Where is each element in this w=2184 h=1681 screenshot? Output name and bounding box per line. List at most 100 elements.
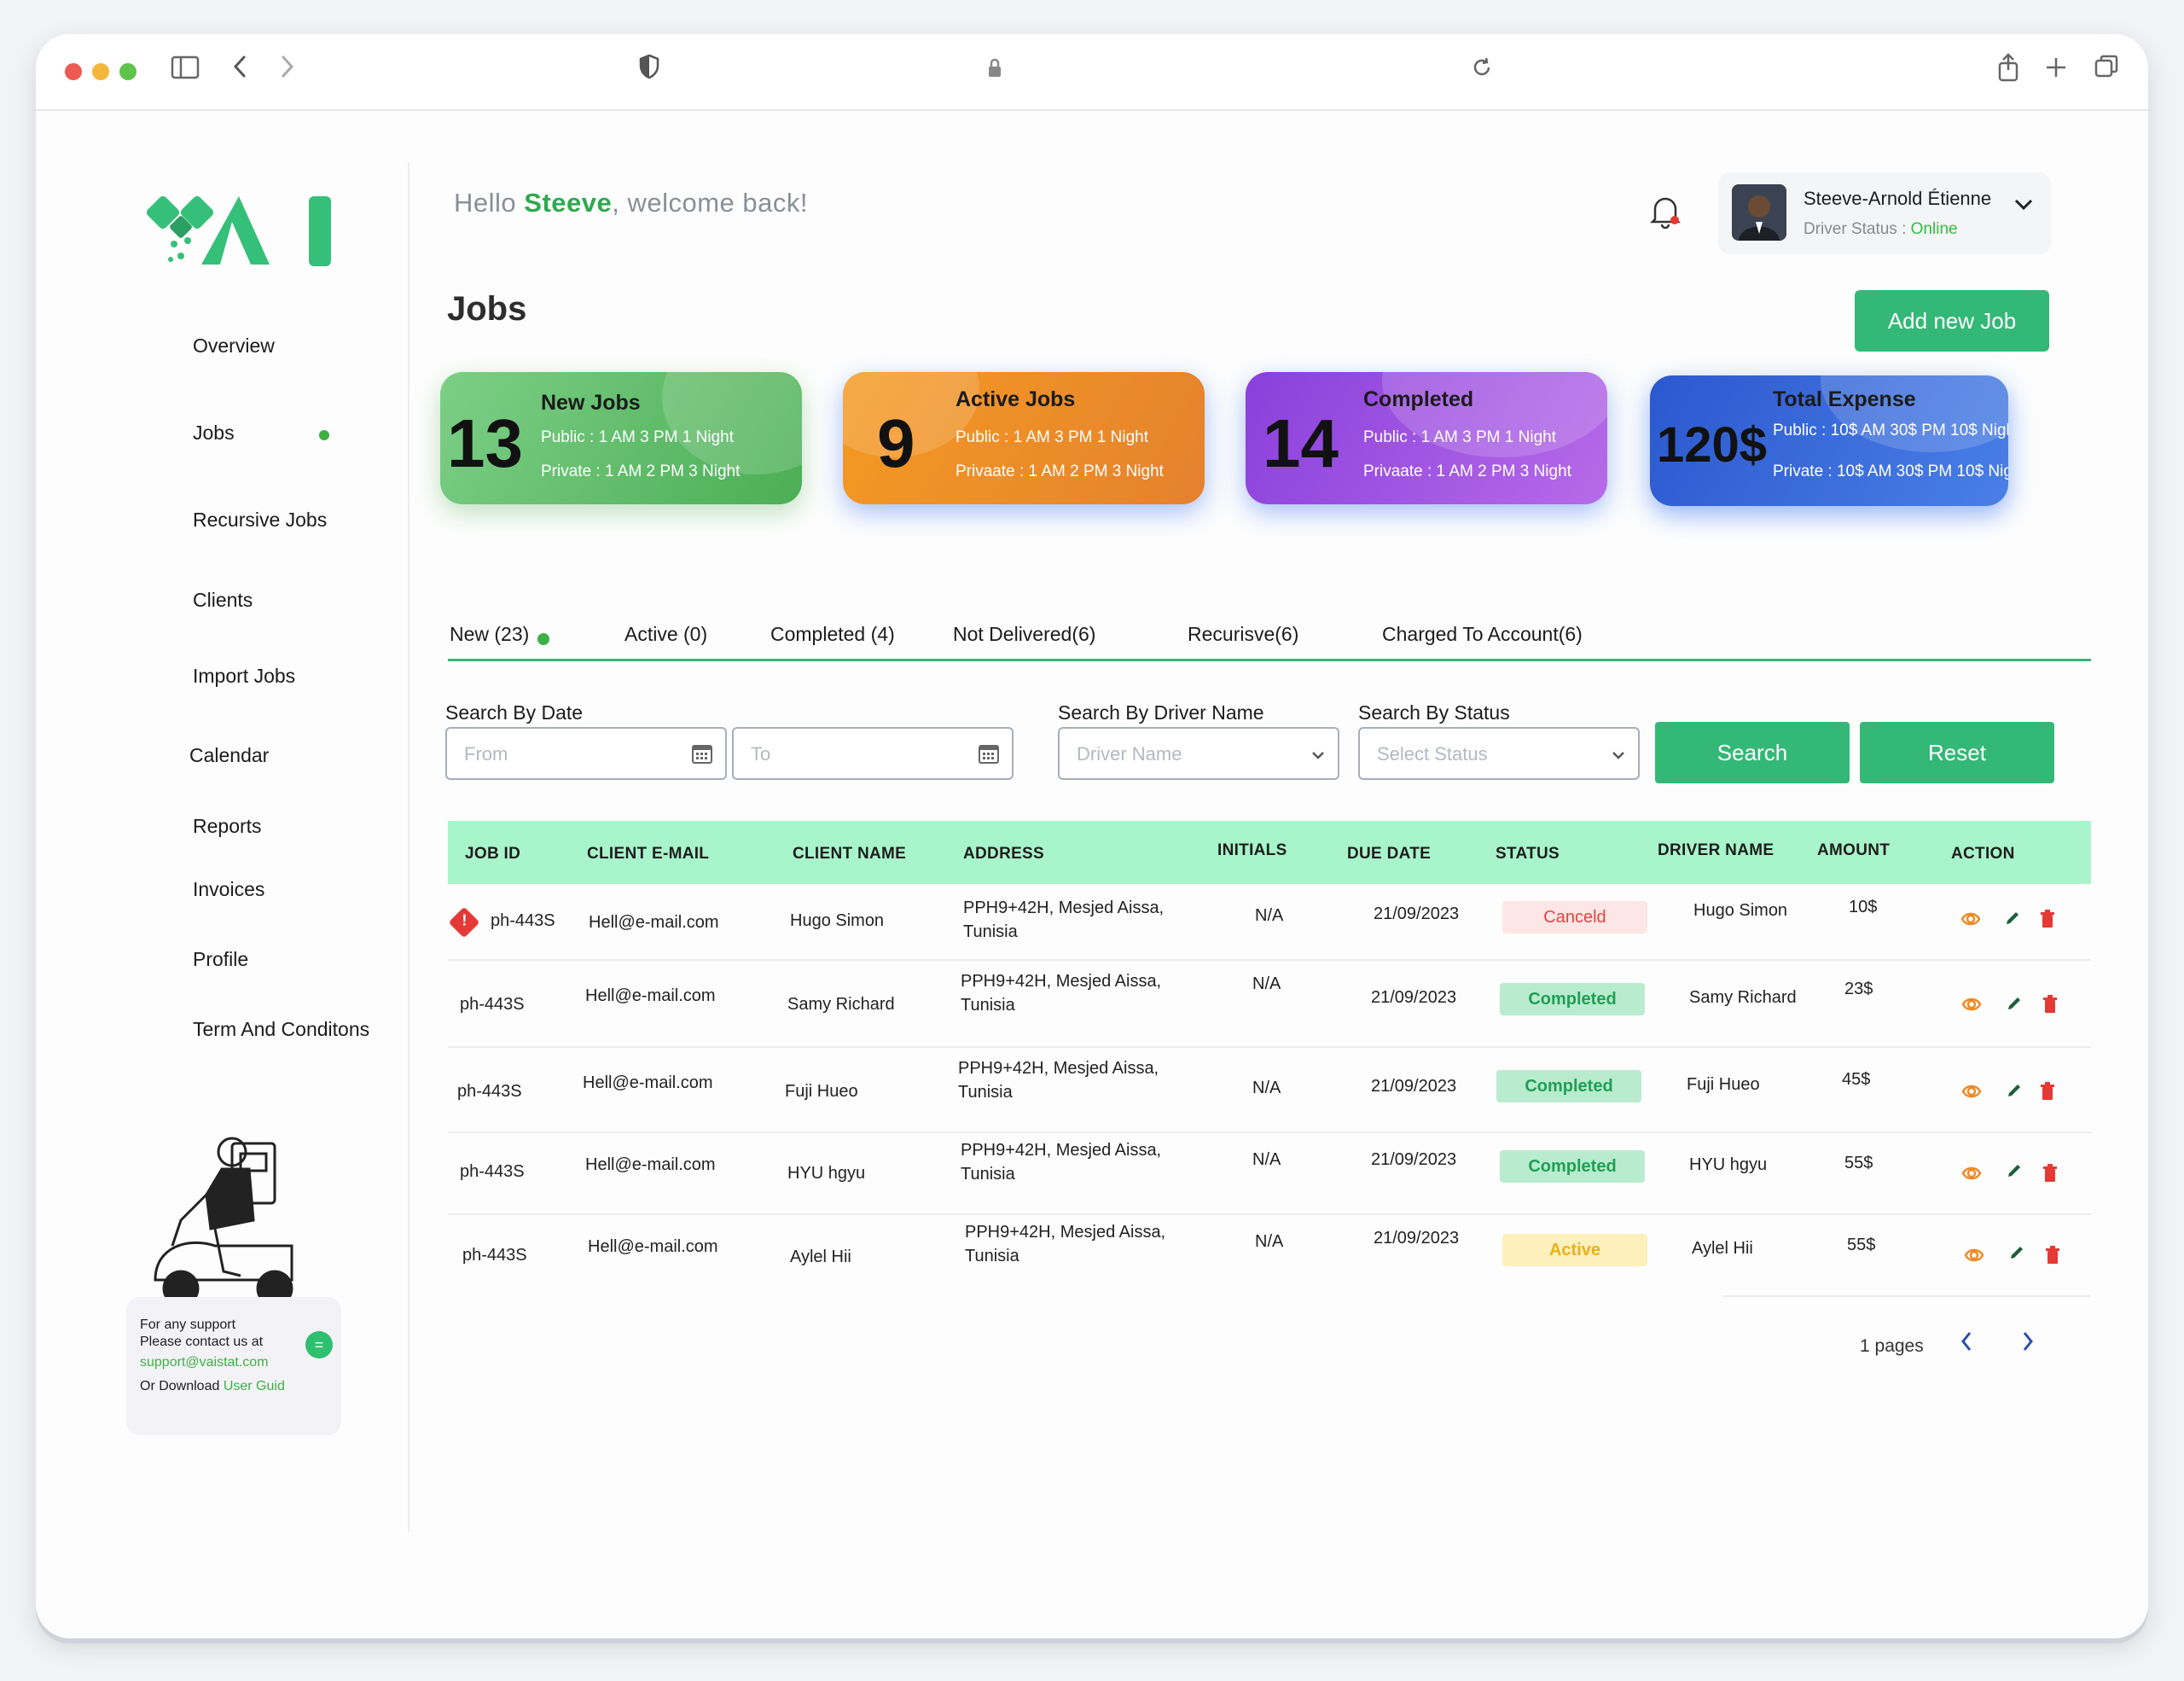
row-divider xyxy=(448,959,2091,961)
client-name: HYU hgyu xyxy=(787,1164,866,1183)
minimize-window-button[interactable] xyxy=(92,63,109,80)
sidebar-item-jobs[interactable]: Jobs xyxy=(193,422,235,445)
sidebar-item-clients[interactable]: Clients xyxy=(193,589,253,612)
tab-recursive[interactable]: Recurisve(6) xyxy=(1188,623,1298,646)
delete-icon[interactable] xyxy=(2042,1164,2058,1188)
view-icon[interactable] xyxy=(1961,995,1982,1019)
delete-icon[interactable] xyxy=(2040,1082,2055,1106)
sidebar-toggle-icon[interactable] xyxy=(171,53,200,87)
lock-icon xyxy=(986,53,1003,87)
status-badge: Completed xyxy=(1500,1150,1645,1183)
sidebar-item-overview[interactable]: Overview xyxy=(193,334,275,358)
col-address: ADDRESS xyxy=(963,845,1045,863)
add-new-job-button[interactable]: Add new Job xyxy=(1855,290,2049,352)
chevron-down-icon xyxy=(1611,741,1626,767)
user-menu[interactable]: Steeve-Arnold Étienne Driver Status : On… xyxy=(1718,172,2051,254)
reset-button[interactable]: Reset xyxy=(1860,722,2054,783)
view-icon[interactable] xyxy=(1961,1164,1982,1188)
amount: 10$ xyxy=(1849,898,1878,916)
search-button[interactable]: Search xyxy=(1655,722,1850,783)
delete-icon[interactable] xyxy=(2045,1246,2060,1270)
sidebar-item-recursive-jobs[interactable]: Recursive Jobs xyxy=(193,509,327,532)
tab-completed[interactable]: Completed (4) xyxy=(770,623,895,646)
tab-new-indicator xyxy=(537,633,549,645)
chat-icon[interactable]: = xyxy=(305,1331,333,1358)
initials: N/A xyxy=(1252,1150,1281,1169)
due-date: 21/09/2023 xyxy=(1371,1077,1457,1096)
support-email-link[interactable]: support@vaistat.com xyxy=(140,1355,269,1370)
total-expense-title: Total Expense xyxy=(1773,387,1916,411)
new-tab-icon[interactable] xyxy=(2044,53,2068,87)
stat-card-total-expense[interactable]: 120$ Total Expense Public : 10$ AM 30$ P… xyxy=(1650,375,2008,506)
delete-icon[interactable] xyxy=(2042,995,2058,1019)
chevron-down-icon[interactable] xyxy=(2013,191,2034,218)
table-row[interactable]: ph-443S Hell@e-mail.com Samy Richard PPH… xyxy=(448,963,2091,1044)
view-icon[interactable] xyxy=(1961,1082,1982,1106)
maximize-window-button[interactable] xyxy=(119,63,136,80)
calendar-icon[interactable] xyxy=(691,742,713,771)
edit-icon[interactable] xyxy=(2008,1244,2025,1266)
forward-arrow-icon[interactable] xyxy=(278,53,297,87)
edit-icon[interactable] xyxy=(2006,1162,2023,1184)
view-icon[interactable] xyxy=(1960,910,1981,934)
edit-icon[interactable] xyxy=(2006,1082,2023,1104)
driver-name: HYU hgyu xyxy=(1689,1155,1768,1174)
sidebar-item-profile[interactable]: Profile xyxy=(193,948,248,971)
address: PPH9+42H, Mesjed Aissa, Tunisia xyxy=(958,1059,1159,1102)
search-by-status-label: Search By Status xyxy=(1358,701,1510,724)
job-id: ph-443S xyxy=(460,995,525,1014)
calendar-icon[interactable] xyxy=(978,742,1000,771)
tab-not-delivered[interactable]: Not Delivered(6) xyxy=(953,623,1095,646)
new-jobs-public: Public : 1 AM 3 PM 1 Night xyxy=(541,428,734,446)
user-guide-link[interactable]: User Guid xyxy=(224,1379,285,1393)
driver-name-select[interactable]: Driver Name xyxy=(1058,727,1339,780)
tab-overview-icon[interactable] xyxy=(2094,53,2119,87)
date-from-field[interactable]: From xyxy=(445,727,727,780)
tab-active[interactable]: Active (0) xyxy=(624,623,707,646)
active-jobs-title: Active Jobs xyxy=(956,387,1076,411)
tab-charged-to-account[interactable]: Charged To Account(6) xyxy=(1382,623,1583,646)
sidebar-item-calendar[interactable]: Calendar xyxy=(189,744,269,767)
address: PPH9+42H, Mesjed Aissa, Tunisia xyxy=(961,1141,1162,1184)
stat-card-active-jobs[interactable]: 9 Active Jobs Public : 1 AM 3 PM 1 Night… xyxy=(843,372,1205,504)
edit-icon[interactable] xyxy=(2004,910,2021,932)
page-count: 1 pages xyxy=(1860,1336,1924,1356)
sidebar-item-terms[interactable]: Term And Conditons xyxy=(193,1018,369,1041)
date-to-field[interactable]: To xyxy=(732,727,1014,780)
share-icon[interactable] xyxy=(1996,53,2020,90)
row-divider xyxy=(1723,1295,2090,1297)
back-arrow-icon[interactable] xyxy=(230,53,249,87)
view-icon[interactable] xyxy=(1964,1246,1984,1270)
shield-icon[interactable] xyxy=(638,53,660,87)
tab-new[interactable]: New (23) xyxy=(450,623,529,646)
support-line-1: For any support xyxy=(140,1317,236,1332)
amount: 45$ xyxy=(1842,1070,1871,1089)
vai-logo xyxy=(146,188,369,282)
stat-card-new-jobs[interactable]: 13 New Jobs Public : 1 AM 3 PM 1 Night P… xyxy=(440,372,802,504)
close-window-button[interactable] xyxy=(65,63,82,80)
edit-icon[interactable] xyxy=(2006,995,2023,1017)
status-badge: Canceld xyxy=(1502,901,1647,934)
notification-bell-icon[interactable] xyxy=(1648,192,1682,230)
table-row[interactable]: ph-443S Hell@e-mail.com Aylel Hii PPH9+4… xyxy=(448,1217,2091,1299)
tabs-underline xyxy=(448,659,2091,661)
row-divider xyxy=(448,1213,2091,1215)
initials: N/A xyxy=(1255,1232,1284,1251)
new-jobs-count: 13 xyxy=(447,405,523,481)
table-row[interactable]: ! ph-443S Hell@e-mail.com Hugo Simon PPH… xyxy=(448,884,2091,966)
table-row[interactable]: ph-443S Hell@e-mail.com HYU hgyu PPH9+42… xyxy=(448,1135,2091,1217)
client-email: Hell@e-mail.com xyxy=(585,986,716,1005)
support-download-text: Or Download xyxy=(140,1379,224,1393)
sidebar-item-reports[interactable]: Reports xyxy=(193,815,262,838)
delete-icon[interactable] xyxy=(2040,910,2055,934)
sidebar-item-import-jobs[interactable]: Import Jobs xyxy=(193,665,295,688)
app-window: Overview Jobs Recursive Jobs Clients Imp… xyxy=(36,34,2148,1638)
col-driver-name: DRIVER NAME xyxy=(1658,841,1774,859)
next-page-icon[interactable] xyxy=(2020,1329,2036,1360)
stat-card-completed[interactable]: 14 Completed Public : 1 AM 3 PM 1 Night … xyxy=(1246,372,1607,504)
prev-page-icon[interactable] xyxy=(1959,1329,1974,1360)
status-select[interactable]: Select Status xyxy=(1358,727,1640,780)
table-row[interactable]: ph-443S Hell@e-mail.com Fuji Hueo PPH9+4… xyxy=(448,1050,2091,1131)
reload-icon[interactable] xyxy=(1471,53,1493,87)
sidebar-item-invoices[interactable]: Invoices xyxy=(193,878,264,901)
